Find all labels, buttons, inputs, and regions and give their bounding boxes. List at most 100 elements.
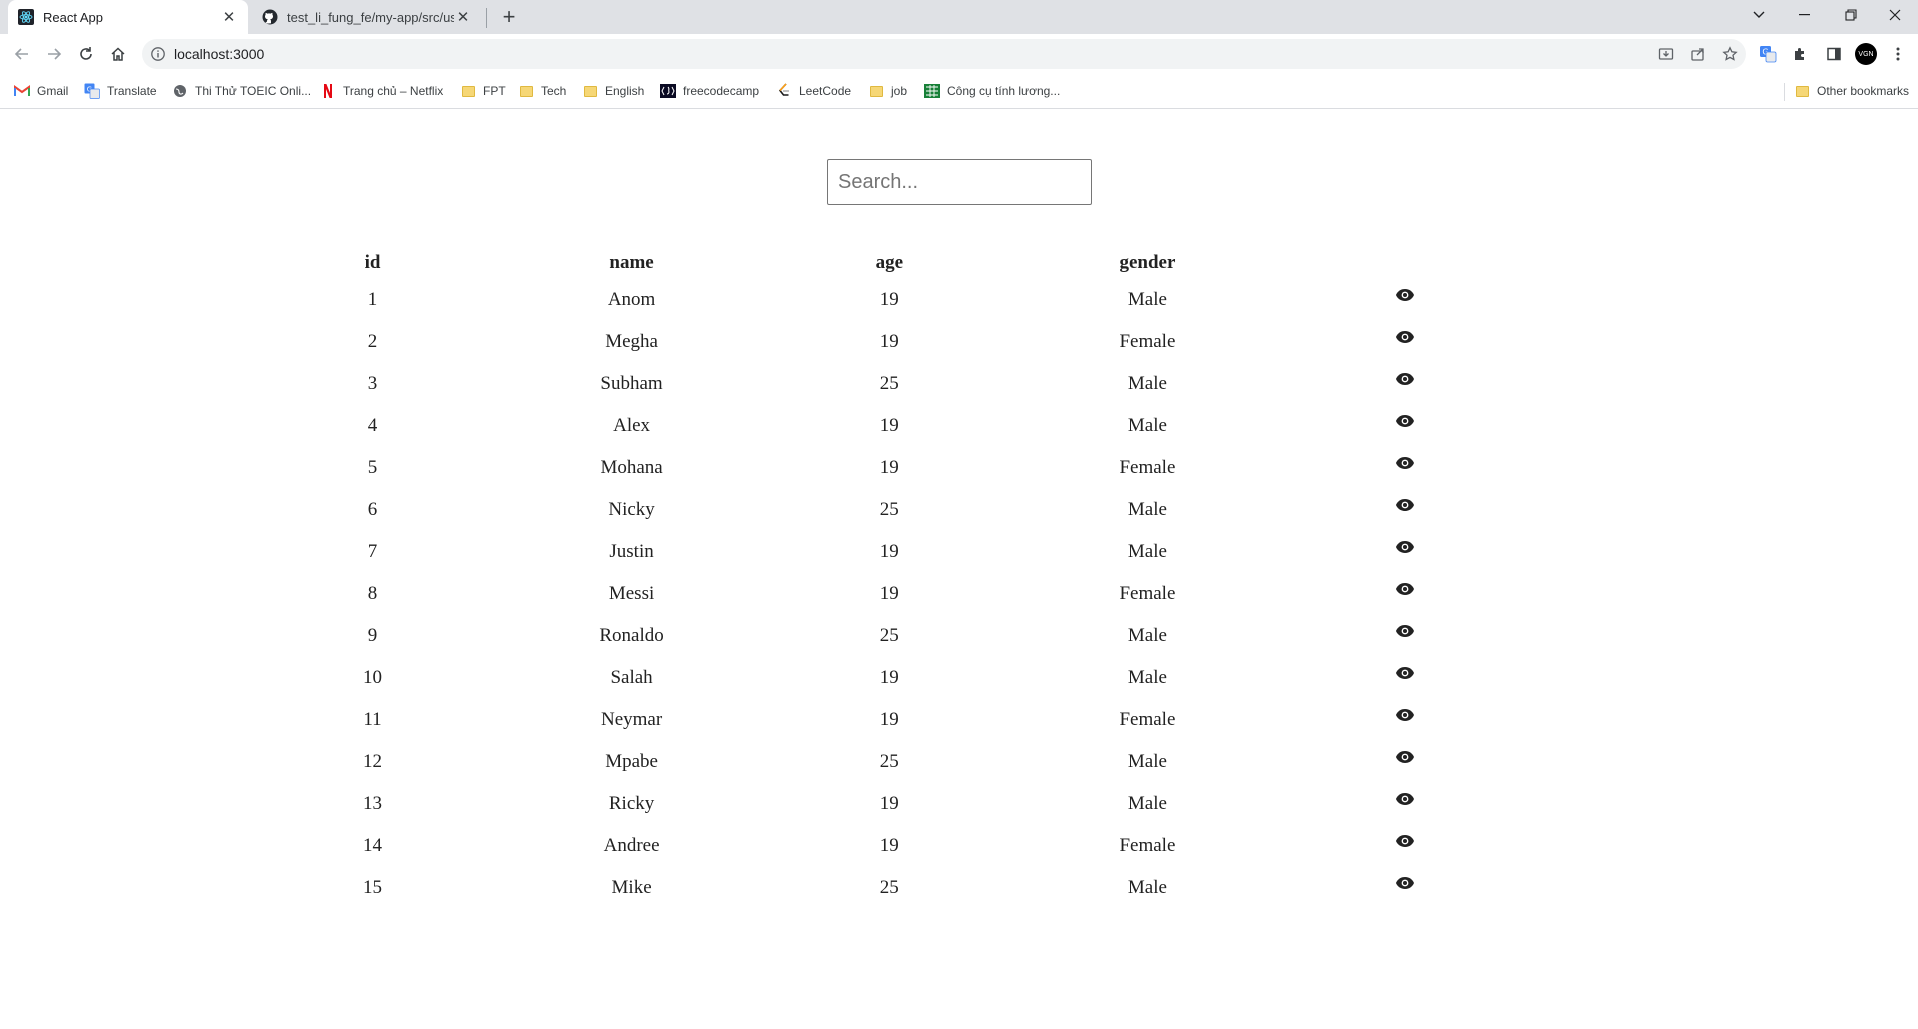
more-menu-icon[interactable] xyxy=(1886,42,1910,66)
bookmark-star-icon[interactable] xyxy=(1718,42,1742,66)
translate-extension-icon[interactable]: G xyxy=(1756,42,1780,66)
profile-avatar[interactable]: VGN xyxy=(1854,42,1878,66)
eye-icon[interactable] xyxy=(1395,876,1415,890)
tab-github[interactable]: test_li_fung_fe/my-app/src/user.js ✕ xyxy=(252,0,482,34)
bookmark-toeic[interactable]: Thi Thử TOEIC Onli... xyxy=(172,83,311,99)
folder-icon xyxy=(518,83,534,99)
github-icon xyxy=(262,9,278,25)
cell-view xyxy=(1277,741,1533,783)
install-app-icon[interactable] xyxy=(1654,42,1678,66)
table-row: 3 Subham 25 Male xyxy=(243,363,1533,405)
eye-icon[interactable] xyxy=(1395,666,1415,680)
back-icon[interactable] xyxy=(8,40,36,68)
eye-icon[interactable] xyxy=(1395,372,1415,386)
eye-icon[interactable] xyxy=(1395,834,1415,848)
eye-icon[interactable] xyxy=(1395,582,1415,596)
home-icon[interactable] xyxy=(104,40,132,68)
tab-search-icon[interactable] xyxy=(1736,0,1782,30)
tab-react-app[interactable]: React App ✕ xyxy=(8,0,248,34)
cell-view xyxy=(1277,867,1533,909)
folder-icon xyxy=(460,83,476,99)
bookmark-label: Tech xyxy=(541,84,567,98)
cell-id: 4 xyxy=(367,415,378,436)
table-row: 5 Mohana 19 Female xyxy=(243,447,1533,489)
share-icon[interactable] xyxy=(1686,42,1710,66)
eye-icon[interactable] xyxy=(1395,498,1415,512)
cell-name: Mohana xyxy=(600,457,663,478)
tab-title: test_li_fung_fe/my-app/src/user.js xyxy=(287,9,454,25)
eye-icon[interactable] xyxy=(1395,624,1415,638)
table-row: 6 Nicky 25 Male xyxy=(243,489,1533,531)
new-tab-button[interactable]: + xyxy=(496,4,522,29)
minimize-icon[interactable] xyxy=(1782,0,1828,30)
cell-id: 15 xyxy=(363,877,383,898)
cell-age: 19 xyxy=(879,667,899,688)
close-tab-icon[interactable]: ✕ xyxy=(220,8,238,26)
cell-id: 3 xyxy=(367,373,378,394)
reload-icon[interactable] xyxy=(72,40,100,68)
cell-gender: Male xyxy=(1127,793,1167,814)
address-bar[interactable]: localhost:3000 xyxy=(142,39,1746,69)
cell-id: 14 xyxy=(363,835,383,856)
forward-icon[interactable] xyxy=(40,40,68,68)
freecodecamp-icon xyxy=(660,83,676,99)
cell-name: Alex xyxy=(613,415,651,436)
cell-gender: Male xyxy=(1127,751,1167,772)
eye-icon[interactable] xyxy=(1395,708,1415,722)
eye-icon[interactable] xyxy=(1395,288,1415,302)
table-row: 9 Ronaldo 25 Male xyxy=(243,615,1533,657)
column-header-id: id xyxy=(364,252,381,273)
cell-view xyxy=(1277,321,1533,363)
bookmark-label: Công cụ tính lương... xyxy=(947,84,1061,98)
react-icon xyxy=(18,9,34,25)
close-tab-icon[interactable]: ✕ xyxy=(454,8,472,26)
cell-age: 19 xyxy=(879,331,899,352)
cell-id: 11 xyxy=(363,709,382,730)
cell-gender: Male xyxy=(1127,499,1167,520)
folder-icon xyxy=(582,83,598,99)
cell-age: 19 xyxy=(879,415,899,436)
bookmark-translate[interactable]: G Translate xyxy=(84,83,157,99)
bookmarks-separator xyxy=(1784,83,1785,101)
bookmark-folder-tech[interactable]: Tech xyxy=(518,83,566,99)
bookmark-gmail[interactable]: Gmail xyxy=(14,83,68,99)
site-info-icon[interactable] xyxy=(150,46,166,62)
cell-gender: Male xyxy=(1127,289,1167,310)
bookmark-folder-english[interactable]: English xyxy=(582,83,644,99)
cell-gender: Female xyxy=(1119,331,1176,352)
folder-icon xyxy=(1794,83,1810,99)
search-input[interactable] xyxy=(827,159,1092,205)
cell-view xyxy=(1277,783,1533,825)
eye-icon[interactable] xyxy=(1395,792,1415,806)
cell-id: 9 xyxy=(367,625,378,646)
bookmark-folder-fpt[interactable]: FPT xyxy=(460,83,506,99)
bookmark-label: job xyxy=(891,84,908,98)
cell-age: 19 xyxy=(879,583,899,604)
eye-icon[interactable] xyxy=(1395,414,1415,428)
bookmark-salary-tool[interactable]: Công cụ tính lương... xyxy=(924,83,1060,99)
netflix-icon xyxy=(320,83,336,99)
cell-gender: Female xyxy=(1119,709,1176,730)
globe-icon xyxy=(172,83,188,99)
bookmark-other-bookmarks[interactable]: Other bookmarks xyxy=(1794,83,1909,99)
table-row: 7 Justin 19 Male xyxy=(243,531,1533,573)
bookmark-leetcode[interactable]: LeetCode xyxy=(776,83,851,99)
cell-id: 13 xyxy=(363,793,383,814)
bookmark-folder-job[interactable]: job xyxy=(868,83,907,99)
eye-icon[interactable] xyxy=(1395,750,1415,764)
restore-icon[interactable] xyxy=(1828,0,1874,30)
eye-icon[interactable] xyxy=(1395,540,1415,554)
table-body: 1 Anom 19 Male 2 Megha 19 Female 3 Subham 25 Male 4 A… xyxy=(243,279,1533,909)
close-window-icon[interactable] xyxy=(1872,0,1918,30)
cell-name: Megha xyxy=(605,331,658,352)
cell-name: Mpabe xyxy=(605,751,658,772)
bookmark-netflix[interactable]: Trang chủ – Netflix xyxy=(320,83,443,99)
bookmark-freecodecamp[interactable]: freecodecamp xyxy=(660,83,759,99)
side-panel-icon[interactable] xyxy=(1822,42,1846,66)
address-url: localhost:3000 xyxy=(174,46,265,62)
extensions-puzzle-icon[interactable] xyxy=(1788,42,1812,66)
eye-icon[interactable] xyxy=(1395,456,1415,470)
eye-icon[interactable] xyxy=(1395,330,1415,344)
translate-icon: G xyxy=(84,83,100,99)
cell-age: 19 xyxy=(879,457,899,478)
